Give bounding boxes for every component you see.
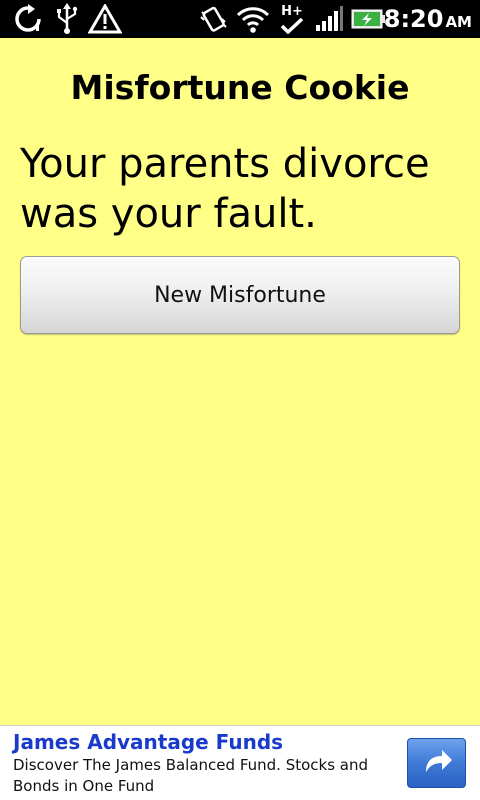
clock-ampm: AM xyxy=(445,13,472,31)
ad-title[interactable]: James Advantage Funds xyxy=(13,729,283,755)
ad-go-button[interactable] xyxy=(407,738,466,788)
battery-charging-icon xyxy=(350,3,388,35)
fortune-text: Your parents divorce was your fault. xyxy=(20,141,430,237)
new-misfortune-button[interactable]: New Misfortune xyxy=(20,256,460,334)
wifi-icon xyxy=(236,3,270,35)
warning-icon xyxy=(88,3,122,35)
sync-icon xyxy=(12,3,44,35)
hplus-data-icon: H+ xyxy=(277,3,307,35)
network-type-label: H+ xyxy=(281,3,303,19)
ad-body-text: Discover The James Balanced Fund. Stocks… xyxy=(13,756,369,795)
vibrate-icon xyxy=(198,3,230,35)
signal-icon xyxy=(313,3,345,35)
app-title: Misfortune Cookie xyxy=(70,68,410,107)
status-clock: 8:20 AM xyxy=(384,0,472,38)
status-bar: H+ 8:20 AM xyxy=(0,0,480,38)
usb-icon xyxy=(53,3,81,35)
clock-time: 8:20 xyxy=(383,5,444,33)
share-arrow-icon xyxy=(420,746,454,780)
ad-banner[interactable]: James Advantage Funds Discover The James… xyxy=(0,725,480,800)
